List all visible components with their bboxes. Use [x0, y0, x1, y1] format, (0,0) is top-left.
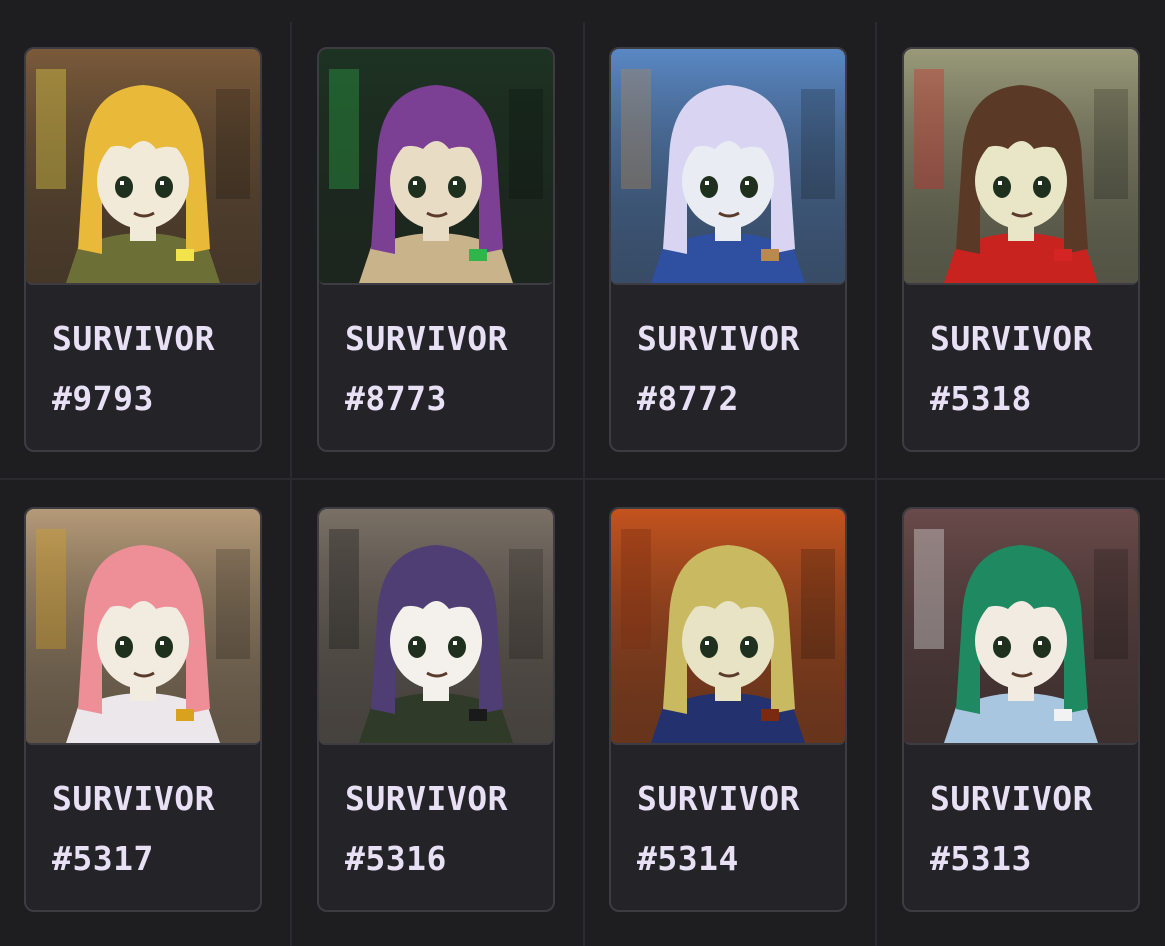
card-number: #5318: [930, 379, 1032, 418]
pink-hair-avatar-icon: [26, 509, 260, 745]
nft-card[interactable]: SURVIVOR #5317: [24, 507, 262, 912]
purple-hair-avatar-icon: [319, 49, 553, 285]
card-title: SURVIVOR: [930, 319, 1093, 358]
card-number: #9793: [52, 379, 154, 418]
goggles-hat-avatar-icon: [611, 49, 845, 285]
card-title: SURVIVOR: [930, 779, 1093, 818]
card-number: #8773: [345, 379, 447, 418]
card-number: #8772: [637, 379, 739, 418]
card-number: #5317: [52, 839, 154, 878]
column-divider: [875, 22, 877, 946]
card-title: SURVIVOR: [637, 319, 800, 358]
card-title: SURVIVOR: [52, 779, 215, 818]
nft-card[interactable]: SURVIVOR #5318: [902, 47, 1140, 452]
row-divider: [0, 478, 1165, 480]
santa-hat-avatar-icon: [904, 49, 1138, 285]
card-number: #5316: [345, 839, 447, 878]
nft-card[interactable]: SURVIVOR #8773: [317, 47, 555, 452]
card-title: SURVIVOR: [345, 319, 508, 358]
card-title: SURVIVOR: [637, 779, 800, 818]
skull-mask-avatar-icon: [319, 509, 553, 745]
sleep-mask-avatar-icon: [26, 49, 260, 285]
card-title: SURVIVOR: [345, 779, 508, 818]
nft-grid: SURVIVOR #9793 SURVIVOR #8773 SURVIVOR #…: [0, 0, 1165, 946]
green-hair-avatar-icon: [904, 509, 1138, 745]
nft-card[interactable]: SURVIVOR #8772: [609, 47, 847, 452]
nft-card[interactable]: SURVIVOR #5313: [902, 507, 1140, 912]
nft-card[interactable]: SURVIVOR #9793: [24, 47, 262, 452]
nft-card[interactable]: SURVIVOR #5314: [609, 507, 847, 912]
column-divider: [583, 22, 585, 946]
card-title: SURVIVOR: [52, 319, 215, 358]
card-number: #5314: [637, 839, 739, 878]
nft-card[interactable]: SURVIVOR #5316: [317, 507, 555, 912]
column-divider: [290, 22, 292, 946]
card-number: #5313: [930, 839, 1032, 878]
braids-headset-avatar-icon: [611, 509, 845, 745]
